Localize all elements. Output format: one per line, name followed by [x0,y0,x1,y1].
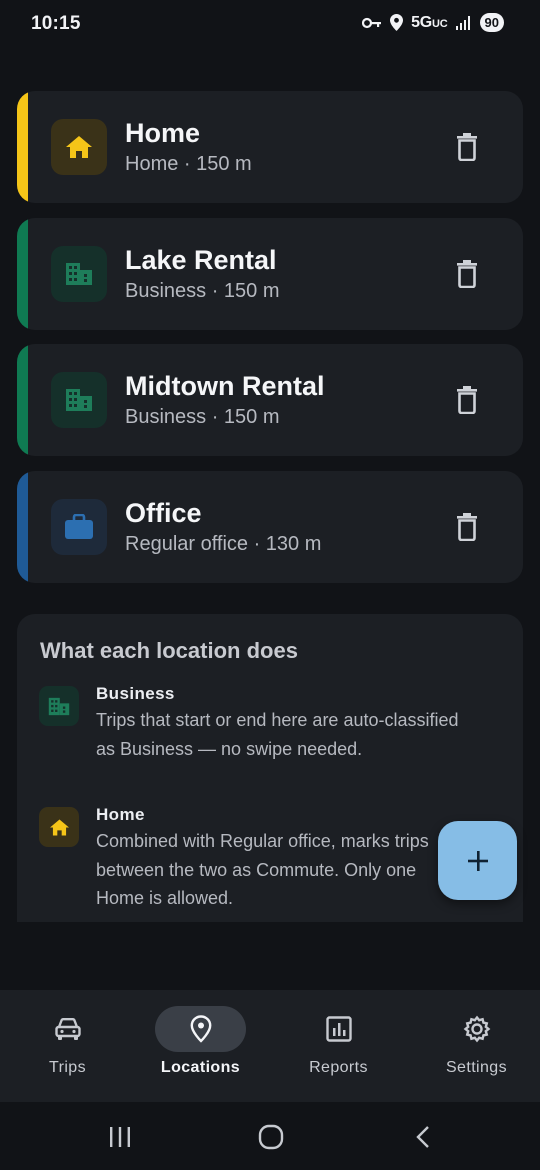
car-icon [54,1018,81,1040]
building-icon [39,686,79,726]
nav-label: Reports [309,1059,368,1076]
home-circle-icon[interactable] [251,1120,291,1154]
location-detail: Business · 150 m [125,280,280,302]
system-navigation-bar [0,1102,540,1170]
info-item-description: Combined with Regular office, marks trip… [96,831,429,908]
briefcase-icon [51,499,107,555]
plus-icon [467,850,488,871]
card-accent-stripe [17,218,28,330]
recents-icon[interactable] [100,1120,140,1154]
back-icon[interactable] [403,1120,443,1154]
gear-icon [463,1015,490,1043]
location-pin-icon [190,1015,211,1043]
location-detail: Regular office · 130 m [125,533,322,555]
location-detail: Business · 150 m [125,406,280,428]
battery-indicator: 90 [479,13,504,32]
location-card-lake-rental[interactable]: Lake Rental Business · 150 m [17,218,523,330]
vpn-key-icon [362,17,382,29]
location-name: Office [125,498,202,528]
info-item-title: Home [96,805,145,824]
delete-icon[interactable] [451,511,483,543]
info-heading: What each location does [40,638,298,663]
signal-icon [455,15,472,30]
info-item-title: Business [96,684,175,703]
nav-reports[interactable]: Reports [271,990,406,1102]
nav-reports-indicator [293,1006,384,1052]
building-icon [51,372,107,428]
location-card-midtown-rental[interactable]: Midtown Rental Business · 150 m [17,344,523,456]
building-icon [51,246,107,302]
location-name: Home [125,118,201,148]
status-bar: 10:15 5GUC 90 [0,0,540,48]
home-icon [39,807,79,847]
location-name: Lake Rental [125,245,277,275]
status-icons: 5GUC 90 [362,13,504,32]
status-time: 10:15 [31,13,81,34]
card-accent-stripe [17,91,28,203]
nav-label: Locations [160,1059,241,1076]
info-item-description: Trips that start or end here are auto-cl… [96,710,459,759]
nav-trips[interactable]: Trips [0,990,135,1102]
nav-label: Settings [445,1059,507,1076]
nav-locations[interactable]: Locations [133,990,268,1102]
delete-icon[interactable] [451,258,483,290]
bottom-navigation: Trips Locations Reports Settings [0,990,540,1102]
add-location-button[interactable] [438,821,517,900]
network-type: 5GUC [411,13,448,31]
card-accent-stripe [17,344,28,456]
card-accent-stripe [17,471,28,583]
delete-icon[interactable] [451,131,483,163]
nav-settings[interactable]: Settings [409,990,540,1102]
location-name: Midtown Rental [125,371,325,401]
home-icon [51,119,107,175]
nav-label: Trips [49,1059,86,1076]
location-card-office[interactable]: Office Regular office · 130 m [17,471,523,583]
location-pin-icon [390,14,404,31]
location-card-home[interactable]: Home Home · 150 m [17,91,523,203]
chart-icon [325,1016,352,1042]
nav-locations-indicator [155,1006,246,1052]
nav-trips-indicator [22,1006,113,1052]
location-detail: Home · 150 m [125,153,252,175]
nav-settings-indicator [431,1006,522,1052]
delete-icon[interactable] [451,384,483,416]
